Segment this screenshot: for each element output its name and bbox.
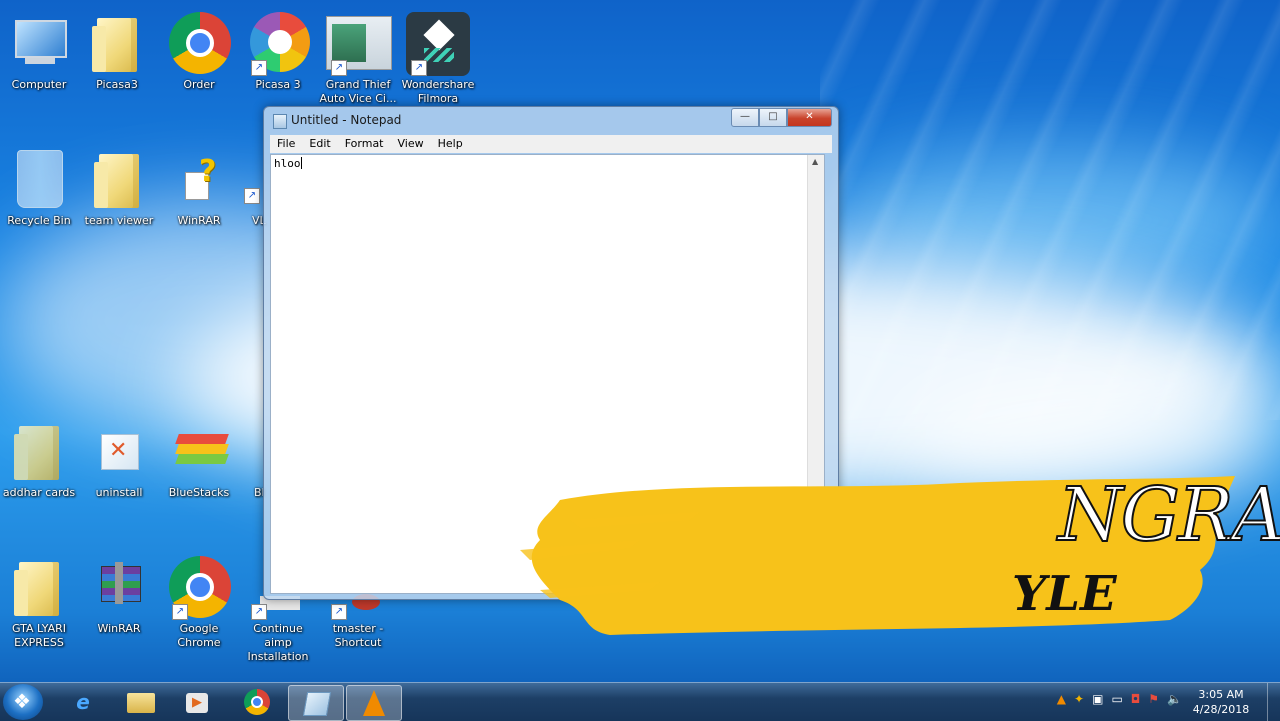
vlc-taskbar-button[interactable] — [346, 685, 402, 721]
notepad-taskbar-button[interactable] — [288, 685, 344, 721]
text-editor-area[interactable]: hloo ▲ — [270, 154, 825, 594]
file-explorer-icon[interactable] — [114, 685, 168, 719]
folder-icon — [91, 148, 147, 210]
desktop-icon-gta-lyari-express[interactable]: GTA LYARI EXPRESS — [0, 552, 78, 652]
folder-icon — [11, 556, 67, 618]
start-button[interactable] — [3, 684, 43, 720]
window-title: Untitled - Notepad — [291, 113, 402, 127]
network-tray-icon[interactable]: ▣ — [1092, 692, 1103, 706]
menu-help[interactable]: Help — [431, 135, 470, 153]
shortcut-arrow-icon: ↗ — [251, 604, 267, 620]
desktop-icon-uninstall[interactable]: ✕ uninstall — [80, 416, 158, 516]
folder-icon — [89, 12, 145, 74]
shortcut-arrow-icon: ↗ — [331, 60, 347, 76]
menu-bar: File Edit Format View Help — [270, 135, 832, 153]
bluestacks-icon — [171, 420, 229, 482]
shortcut-arrow-icon: ↗ — [244, 188, 260, 204]
vlc-tray-icon[interactable]: ▲ — [1057, 692, 1066, 706]
filmora-icon: ↗ — [406, 12, 470, 76]
desktop-icon-order[interactable]: Order — [160, 8, 238, 108]
volume-icon[interactable]: 🔈 — [1167, 692, 1182, 706]
overlay-text-ngra: NGRA — [1057, 471, 1280, 559]
vlc-icon — [363, 690, 385, 716]
action-center-icon[interactable]: ⚑ — [1148, 692, 1159, 706]
notepad-titlebar[interactable]: Untitled - Notepad — □ ✕ — [264, 107, 838, 133]
clock-time: 3:05 AM — [1198, 688, 1244, 701]
internet-explorer-icon[interactable]: e — [56, 685, 110, 719]
vertical-scrollbar[interactable]: ▲ — [807, 155, 824, 593]
picasa-icon: ↗ — [250, 12, 310, 76]
uninstall-icon: ✕ — [91, 420, 147, 482]
clock-date: 4/28/2018 — [1192, 703, 1250, 716]
notepad-window[interactable]: Untitled - Notepad — □ ✕ File Edit Forma… — [263, 106, 839, 600]
text-caret — [300, 157, 302, 169]
media-player-icon[interactable]: ▶ — [170, 685, 224, 719]
shortcut-arrow-icon: ↗ — [251, 60, 267, 76]
close-button[interactable]: ✕ — [787, 108, 832, 127]
taskbar: e ▶ ▲ ✦ ▣ ▭ ◘ ⚑ 🔈 3:05 AM 4/28/2018 — [0, 682, 1280, 721]
recycle-bin-icon — [11, 148, 67, 210]
clock[interactable]: 3:05 AM 4/28/2018 — [1186, 687, 1256, 717]
desktop-icon-computer[interactable]: Computer — [0, 8, 78, 108]
desktop-icon-gta-vice-city[interactable]: ↗ Grand Thief Auto Vice Ci... — [319, 8, 397, 108]
desktop-icon-team-viewer[interactable]: team viewer — [80, 144, 158, 244]
winrar-icon — [91, 556, 147, 618]
desktop-icon-winrar[interactable]: WinRAR — [80, 552, 158, 652]
shortcut-arrow-icon: ↗ — [331, 604, 347, 620]
desktop-icon-addhar-cards[interactable]: addhar cards — [0, 416, 78, 516]
chrome-icon[interactable] — [230, 685, 284, 719]
desktop-icon-winrar-help[interactable]: ? WinRAR — [160, 144, 238, 244]
maximize-button[interactable]: □ — [759, 108, 787, 127]
desktop-icon-wondershare-filmora[interactable]: ↗ Wondershare Filmora — [399, 8, 477, 108]
desktop-icon-recycle-bin[interactable]: Recycle Bin — [0, 144, 78, 244]
notepad-icon — [273, 114, 287, 129]
folder-icon — [11, 420, 67, 482]
notepad-icon — [302, 692, 332, 716]
menu-file[interactable]: File — [270, 135, 302, 153]
computer-icon — [11, 12, 67, 74]
menu-edit[interactable]: Edit — [302, 135, 337, 153]
menu-format[interactable]: Format — [338, 135, 391, 153]
shortcut-arrow-icon: ↗ — [172, 604, 188, 620]
desktop-icon-bluestacks[interactable]: BlueStacks — [160, 416, 238, 516]
scroll-up-icon[interactable]: ▲ — [812, 157, 818, 166]
winrar-help-icon: ? — [171, 148, 227, 210]
menu-view[interactable]: View — [391, 135, 431, 153]
chrome-icon — [169, 12, 231, 74]
system-tray: ▲ ✦ ▣ ▭ ◘ ⚑ 🔈 — [1057, 692, 1182, 706]
chrome-icon: ↗ — [169, 556, 231, 620]
desktop-icon-google-chrome[interactable]: ↗ Google Chrome — [160, 552, 238, 652]
shortcut-arrow-icon: ↗ — [411, 60, 427, 76]
desktop-icon-picasa-3[interactable]: ↗ Picasa 3 — [239, 8, 317, 108]
minimize-button[interactable]: — — [731, 108, 759, 127]
show-desktop-button[interactable] — [1267, 683, 1280, 721]
editor-text: hloo — [274, 157, 301, 170]
gta-vice-city-icon: ↗ — [326, 12, 392, 76]
display-tray-icon[interactable]: ◘ — [1131, 692, 1141, 706]
monitor-tray-icon[interactable]: ▭ — [1111, 692, 1122, 706]
app-tray-icon[interactable]: ✦ — [1074, 692, 1084, 706]
desktop-icon-picasa3-folder[interactable]: Picasa3 — [78, 8, 156, 108]
overlay-text-yle: YLE — [1012, 566, 1117, 622]
